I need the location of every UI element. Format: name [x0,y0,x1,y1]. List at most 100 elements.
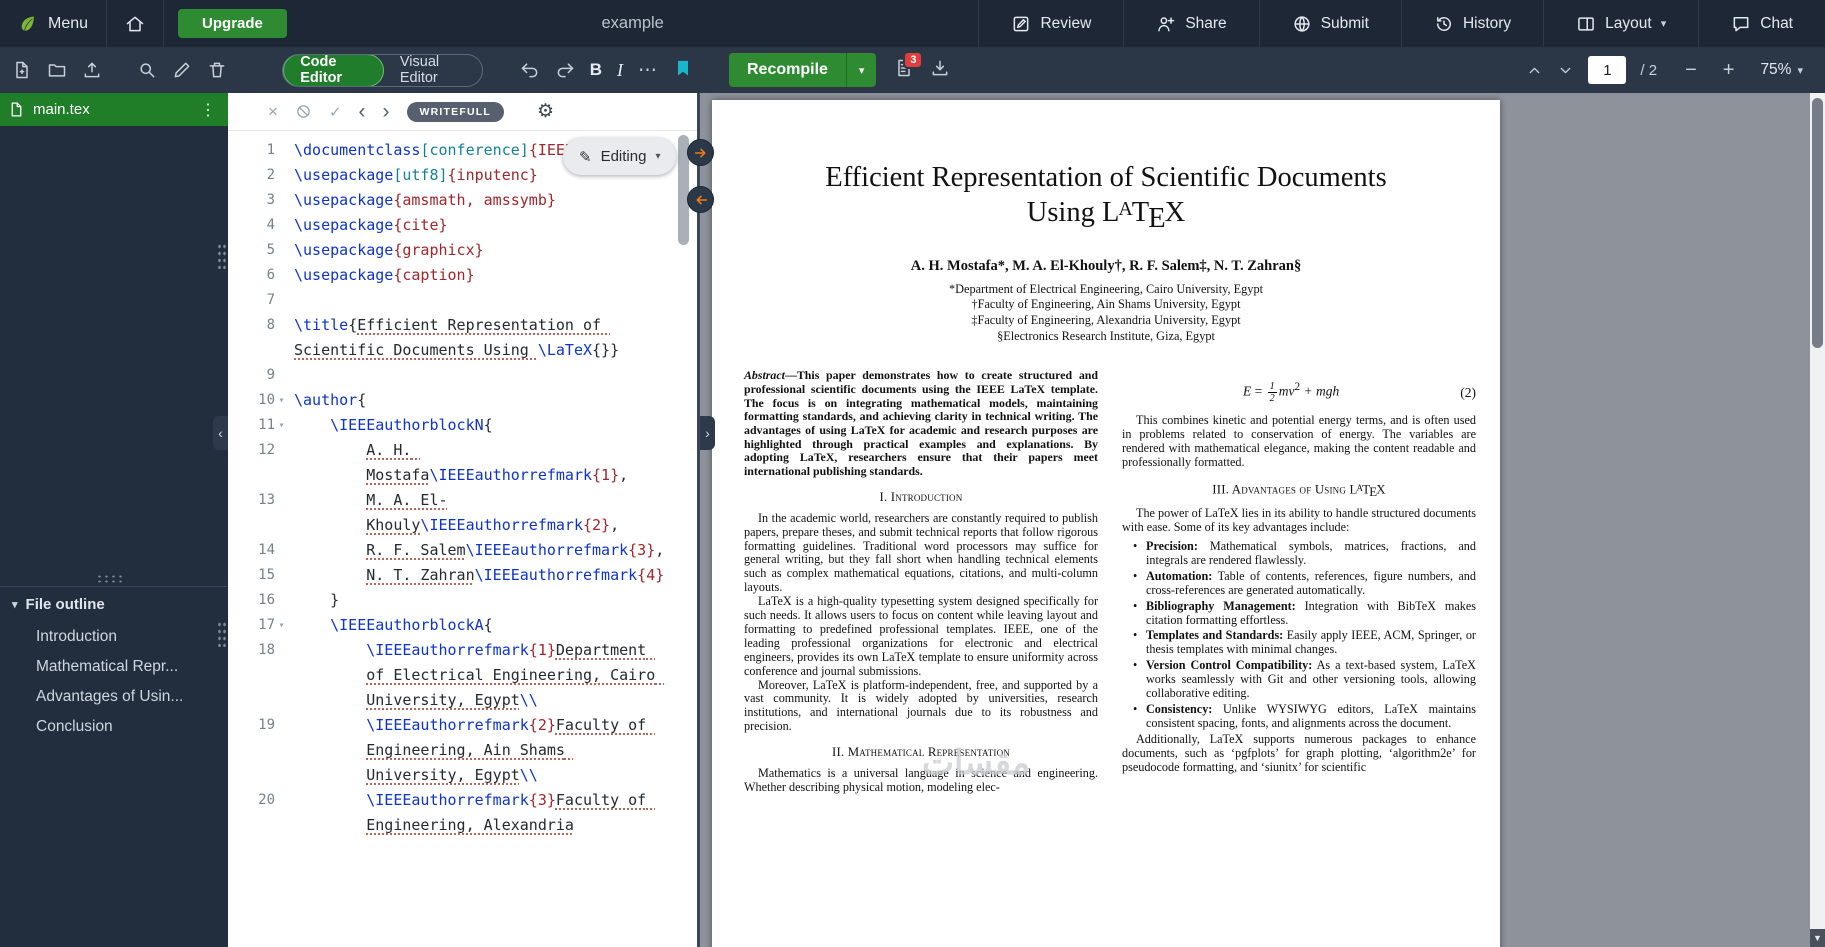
new-folder-button[interactable] [47,60,67,80]
code-line-content[interactable]: N. T. Zahran\IEEEauthorrefmark{4} [294,563,672,588]
file-menu-button[interactable]: ⋮ [196,100,220,120]
code-line-content[interactable]: \author{ [294,388,672,413]
download-pdf-button[interactable] [930,58,950,83]
italic-button[interactable]: I [617,60,623,81]
zoom-level-dropdown[interactable]: 75% ▾ [1760,61,1803,79]
block-change-button[interactable] [295,103,312,120]
code-line-content[interactable]: \usepackage{graphicx} [294,238,672,263]
pdf-page[interactable]: Efficient Representation of Scientific D… [712,100,1500,947]
outline-resize-handle[interactable] [96,574,124,583]
reject-change-button[interactable]: × [268,102,278,122]
sync-to-pdf-button[interactable] [687,139,714,166]
previous-change-button[interactable]: ‹ [359,101,366,122]
more-tools-button[interactable]: ⋯ [638,59,658,82]
code-line-content[interactable]: \IEEEauthorrefmark{2}Faculty of Engineer… [294,713,672,788]
sync-to-code-button[interactable] [687,186,714,213]
pdf-scrollbar-thumb[interactable] [1812,98,1823,348]
collapse-sidebar-button[interactable]: ‹ [213,416,228,450]
code-line[interactable]: 14 R. F. Salem\IEEEauthorrefmark{3}, [228,538,697,563]
code-line-content[interactable]: \usepackage{caption} [294,263,672,288]
search-button[interactable] [137,60,157,80]
code-line[interactable]: 17 ▾ \IEEEauthorblockA{ [228,613,697,638]
bold-button[interactable]: B [590,60,602,80]
layout-button[interactable]: Layout ▾ [1543,0,1698,47]
code-line[interactable]: 3 \usepackage{amsmath, amssymb} [228,188,697,213]
code-line[interactable]: 5 \usepackage{graphicx} [228,238,697,263]
upload-button[interactable] [82,60,102,80]
settings-gear-icon[interactable]: ⚙ [537,100,554,123]
previous-page-button[interactable] [1526,62,1543,79]
code-line[interactable]: 4 \usepackage{cite} [228,213,697,238]
fold-arrow-icon[interactable]: ▾ [275,413,288,438]
home-button[interactable] [106,0,165,47]
rename-button[interactable] [172,60,192,80]
equation-equals: = [1254,383,1263,399]
accept-change-button[interactable]: ✓ [329,103,342,121]
new-file-button[interactable] [12,60,32,80]
code-line-content[interactable]: \IEEEauthorblockN{ [294,413,672,438]
code-line-content[interactable]: A. H. Mostafa\IEEEauthorrefmark{1}, [294,438,672,488]
undo-button[interactable] [520,60,540,80]
outline-item[interactable]: Advantages of Usin... [0,682,228,712]
chat-button[interactable]: Chat [1698,0,1825,47]
recompile-button[interactable]: Recompile [729,53,846,87]
code-line-content[interactable]: \title{Efficient Representation of Scien… [294,313,672,363]
code-line-content[interactable]: \usepackage{cite} [294,213,672,238]
code-line[interactable]: 9 [228,363,697,388]
fold-arrow-icon[interactable]: ▾ [275,613,288,638]
sidebar-resize-handle[interactable] [217,243,226,269]
next-change-button[interactable]: › [383,101,390,122]
code-line[interactable]: 19 \IEEEauthorrefmark{2}Faculty of Engine… [228,713,697,788]
zoom-in-button[interactable]: + [1723,59,1735,82]
code-line[interactable]: 8 \title{Efficient Representation of Scie… [228,313,697,363]
file-item-main-tex[interactable]: main.tex ⋮ [0,93,228,126]
code-editor-tab[interactable]: Code Editor [283,54,384,86]
code-line[interactable]: 18 \IEEEauthorrefmark{1}Department of Ele… [228,638,697,713]
code-line[interactable]: 11 ▾ \IEEEauthorblockN{ [228,413,697,438]
code-line[interactable]: 15 N. T. Zahran\IEEEauthorrefmark{4} [228,563,697,588]
visual-editor-tab[interactable]: Visual Editor [384,55,482,86]
writefull-toolbar-button[interactable] [673,58,693,83]
code-line-content[interactable]: } [294,588,672,613]
editing-mode-dropdown[interactable]: ✎ Editing ▾ [563,138,677,175]
writefull-badge[interactable]: WRITEFULL [406,101,504,122]
code-line-content[interactable]: M. A. El-Khouly\IEEEauthorrefmark{2}, [294,488,672,538]
page-number-input[interactable] [1588,56,1627,84]
share-button[interactable]: Share [1123,0,1258,47]
redo-button[interactable] [555,60,575,80]
upgrade-button[interactable]: Upgrade [178,9,287,38]
code-line[interactable]: 13 M. A. El-Khouly\IEEEauthorrefmark{2}, [228,488,697,538]
next-page-button[interactable] [1557,62,1574,79]
code-line-content[interactable]: \IEEEauthorrefmark{3}Faculty of Engineer… [294,788,672,838]
code-line-content[interactable]: \IEEEauthorblockA{ [294,613,672,638]
fold-arrow-icon[interactable]: ▾ [275,388,288,413]
code-line-content[interactable]: R. F. Salem\IEEEauthorrefmark{3}, [294,538,672,563]
code-line[interactable]: 10 ▾ \author{ [228,388,697,413]
history-button[interactable]: History [1400,0,1543,47]
outline-item[interactable]: Conclusion [0,712,228,742]
scroll-down-button[interactable]: ▼ [1810,929,1825,947]
outline-item[interactable]: Introduction [0,622,228,652]
submit-button[interactable]: Submit [1258,0,1401,47]
review-button[interactable]: Review [978,0,1123,47]
code-line-content[interactable]: \usepackage{amsmath, amssymb} [294,188,672,213]
zoom-out-button[interactable]: − [1685,59,1697,82]
logs-button[interactable]: 3 [894,50,924,83]
code-line[interactable]: 16} [228,588,697,613]
collapse-editor-button[interactable]: › [700,416,715,450]
delete-button[interactable] [207,60,227,80]
code-line[interactable]: 6 \usepackage{caption} [228,263,697,288]
code-line-content[interactable] [294,363,672,388]
sidebar-resize-handle[interactable] [217,621,226,647]
code-line-content[interactable] [294,288,672,313]
code-line[interactable]: 7 [228,288,697,313]
recompile-options-button[interactable]: ▾ [845,53,877,87]
pdf-scrollbar[interactable]: ▼ [1810,93,1825,947]
code-line[interactable]: 20 \IEEEauthorrefmark{3}Faculty of Engine… [228,788,697,838]
code-line-content[interactable]: \IEEEauthorrefmark{1}Department of Elect… [294,638,672,713]
code-lines[interactable]: 1\documentclass[conference]{IEEEtran}2\u… [228,131,697,947]
file-outline-header[interactable]: ▾ File outline [0,587,228,622]
code-line[interactable]: 12 A. H. Mostafa\IEEEauthorrefmark{1}, [228,438,697,488]
outline-item[interactable]: Mathematical Repr... [0,652,228,682]
menu-button[interactable]: Menu [0,0,106,47]
